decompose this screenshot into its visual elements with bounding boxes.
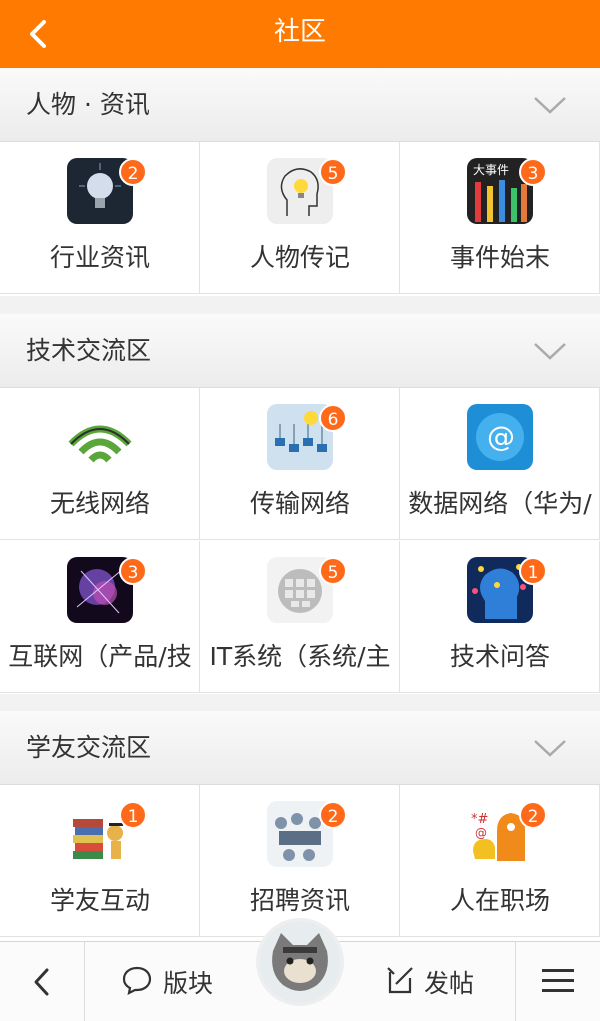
menu-button[interactable] [516, 942, 600, 1021]
unread-badge: 3 [119, 557, 147, 585]
compose-icon [387, 967, 413, 994]
section-title: 技术交流区 [26, 336, 152, 365]
forum-item-wireless[interactable]: 无线网络 [0, 388, 200, 540]
section-grid-news: 2 行业资讯 5 人物传记 大事件 3 事件始末 [0, 142, 600, 296]
forum-item-event[interactable]: 大事件 3 事件始末 [400, 142, 600, 294]
chat-bubble-icon [122, 966, 152, 995]
avatar[interactable] [256, 918, 344, 1006]
forum-item-label: IT系统（系统/主 [209, 642, 391, 671]
forum-item-label: 数据网络（华为/ [408, 489, 592, 518]
toolbar-back-button[interactable] [0, 942, 84, 1021]
unread-badge: 5 [319, 557, 347, 585]
forum-item-label: 无线网络 [49, 489, 150, 518]
svg-text:*#: *# [471, 812, 488, 827]
forum-item-biography[interactable]: 5 人物传记 [200, 142, 400, 294]
forum-item-workplace[interactable]: *# @ 2 人在职场 [400, 785, 600, 937]
forum-item-label: 事件始末 [449, 243, 550, 272]
hamburger-menu-icon [542, 969, 574, 992]
forum-item-transmission[interactable]: 6 传输网络 [200, 388, 400, 540]
unread-badge: 3 [519, 158, 547, 186]
forum-item-label: 人物传记 [249, 243, 350, 272]
chevron-down-icon[interactable] [532, 92, 568, 118]
top-bar: 社区 [0, 0, 600, 68]
board-button[interactable]: 版块 [85, 942, 255, 1021]
forum-item-qa[interactable]: 1 技术问答 [400, 541, 600, 693]
chevron-left-icon [34, 968, 49, 996]
forum-item-label: 招聘资讯 [249, 886, 350, 915]
forum-item-recruitment[interactable]: 2 招聘资讯 [200, 785, 400, 937]
svg-text:大事件: 大事件 [473, 163, 509, 177]
forum-item-label: 行业资讯 [49, 243, 150, 272]
at-globe-icon: @ [467, 404, 533, 470]
svg-text:@: @ [487, 420, 515, 453]
unread-badge: 6 [319, 404, 347, 432]
section-header-news[interactable]: 人物 · 资讯 [0, 68, 600, 142]
section-grid-tech: 无线网络 6 传输网络 @ 数据网络（华为/ 3 互联网（产品/技 5 IT系统… [0, 388, 600, 694]
forum-item-label: 互联网（产品/技 [8, 642, 192, 671]
forum-item-label: 人在职场 [449, 886, 550, 915]
forum-item-industry-news[interactable]: 2 行业资讯 [0, 142, 200, 294]
unread-badge: 2 [119, 158, 147, 186]
chevron-down-icon[interactable] [532, 338, 568, 364]
svg-text:@: @ [475, 826, 487, 840]
unread-badge: 5 [319, 158, 347, 186]
unread-badge: 2 [319, 801, 347, 829]
unread-badge: 2 [519, 801, 547, 829]
section-header-tech[interactable]: 技术交流区 [0, 314, 600, 388]
unread-badge: 1 [519, 557, 547, 585]
page-title: 社区 [273, 17, 326, 47]
forum-item-data-network[interactable]: @ 数据网络（华为/ [400, 388, 600, 540]
section-header-classmates[interactable]: 学友交流区 [0, 711, 600, 785]
post-label: 发帖 [424, 969, 475, 998]
chevron-down-icon[interactable] [532, 735, 568, 761]
unread-badge: 1 [119, 801, 147, 829]
forum-item-it-system[interactable]: 5 IT系统（系统/主 [200, 541, 400, 693]
forum-item-label: 技术问答 [449, 642, 550, 671]
section-title: 人物 · 资讯 [26, 90, 150, 119]
wireless-icon [67, 404, 133, 470]
section-title: 学友交流区 [26, 733, 152, 762]
forum-item-internet[interactable]: 3 互联网（产品/技 [0, 541, 200, 693]
board-label: 版块 [163, 969, 214, 998]
forum-item-label: 传输网络 [249, 489, 350, 518]
forum-item-label: 学友互动 [49, 886, 150, 915]
post-button[interactable]: 发帖 [364, 942, 514, 1021]
forum-item-classmate-interaction[interactable]: 1 学友互动 [0, 785, 200, 937]
